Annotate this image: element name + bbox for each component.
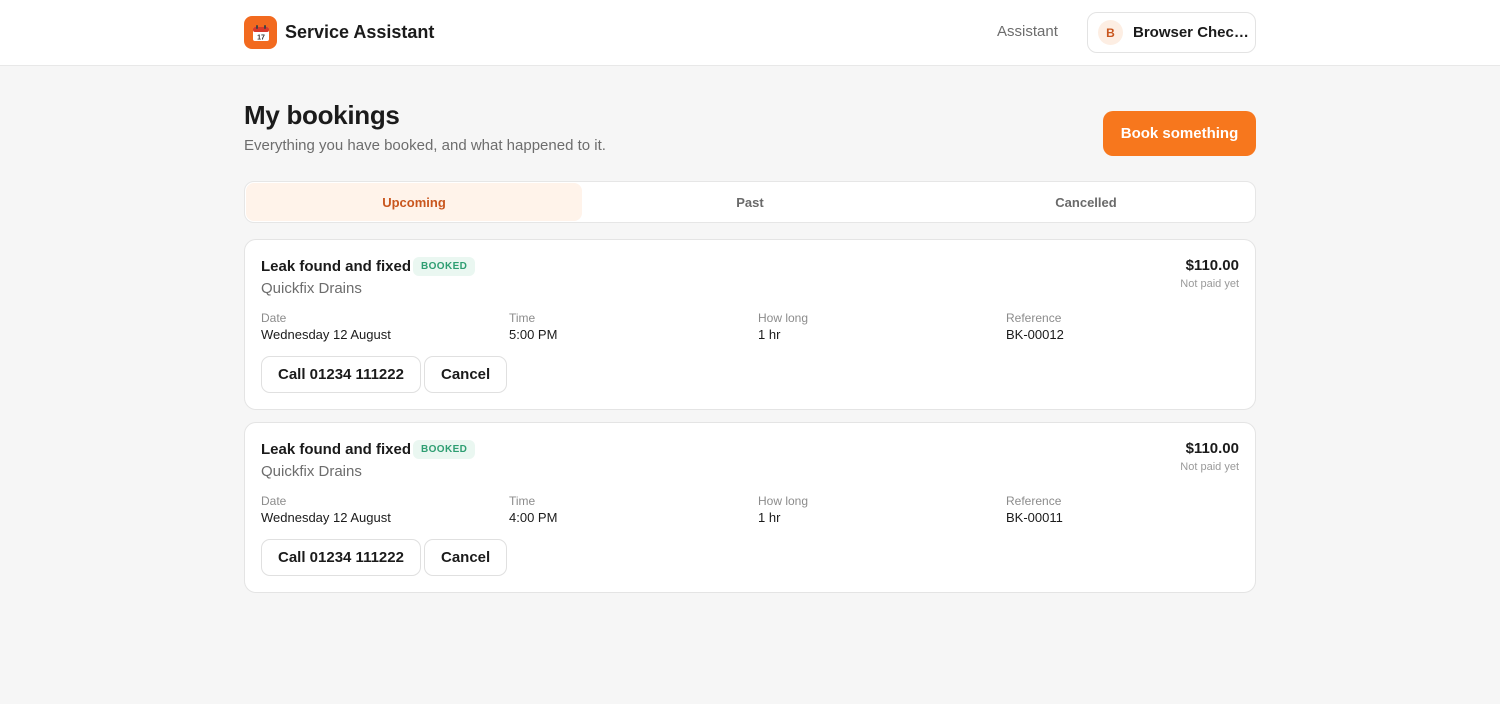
page-title: My bookings: [244, 100, 400, 130]
booking-price: $110.00: [1185, 257, 1239, 274]
tab-upcoming[interactable]: Upcoming: [246, 183, 582, 221]
brand[interactable]: 17 Service Assistant: [244, 16, 434, 49]
time-label: Time: [509, 494, 536, 508]
booking-provider: Quickfix Drains: [261, 463, 362, 480]
payment-status: Not paid yet: [1180, 461, 1239, 473]
date-value: Wednesday 12 August: [261, 327, 391, 342]
duration-value: 1 hr: [758, 510, 781, 525]
svg-text:17: 17: [257, 34, 265, 41]
tab-past[interactable]: Past: [582, 183, 918, 221]
booking-title: Leak found and fixed: [261, 258, 412, 275]
user-name: Browser Check...: [1133, 24, 1249, 41]
book-something-button[interactable]: Book something: [1103, 111, 1256, 156]
avatar: B: [1098, 20, 1123, 45]
app-name: Service Assistant: [285, 22, 435, 42]
time-value: 5:00 PM: [509, 327, 558, 342]
reference-label: Reference: [1006, 494, 1062, 508]
call-button[interactable]: Call 01234 111222: [261, 539, 421, 576]
duration-label: How long: [758, 311, 809, 325]
page-subtitle: Everything you have booked, and what hap…: [244, 137, 606, 154]
calendar-icon: 17: [244, 16, 277, 49]
user-menu-button[interactable]: B Browser Check...: [1087, 12, 1256, 53]
cancel-button[interactable]: Cancel: [424, 539, 508, 576]
tab-cancelled[interactable]: Cancelled: [918, 183, 1254, 221]
reference-value: BK-00012: [1006, 327, 1064, 342]
booking-provider: Quickfix Drains: [261, 280, 362, 297]
duration-value: 1 hr: [758, 327, 781, 342]
date-label: Date: [261, 494, 287, 508]
call-button[interactable]: Call 01234 111222: [261, 356, 421, 393]
reference-value: BK-00011: [1006, 510, 1063, 525]
payment-status: Not paid yet: [1180, 278, 1239, 290]
reference-label: Reference: [1006, 311, 1062, 325]
top-bar: 17 Service Assistant Assistant B Browser…: [0, 0, 1500, 66]
date-value: Wednesday 12 August: [261, 510, 391, 525]
status-badge: BOOKED: [413, 257, 476, 276]
date-label: Date: [261, 311, 287, 325]
nav-assistant-link[interactable]: Assistant: [997, 23, 1058, 40]
booking-tabs: Upcoming Past Cancelled: [244, 181, 1256, 223]
time-label: Time: [509, 311, 536, 325]
cancel-button[interactable]: Cancel: [424, 356, 508, 393]
booking-price: $110.00: [1185, 440, 1239, 457]
booking-title: Leak found and fixed: [261, 441, 412, 458]
time-value: 4:00 PM: [509, 510, 558, 525]
status-badge: BOOKED: [413, 440, 476, 459]
duration-label: How long: [758, 494, 809, 508]
booking-card: Leak found and fixed BOOKED Quickfix Dra…: [244, 239, 1256, 410]
booking-card: Leak found and fixed BOOKED Quickfix Dra…: [244, 422, 1256, 593]
